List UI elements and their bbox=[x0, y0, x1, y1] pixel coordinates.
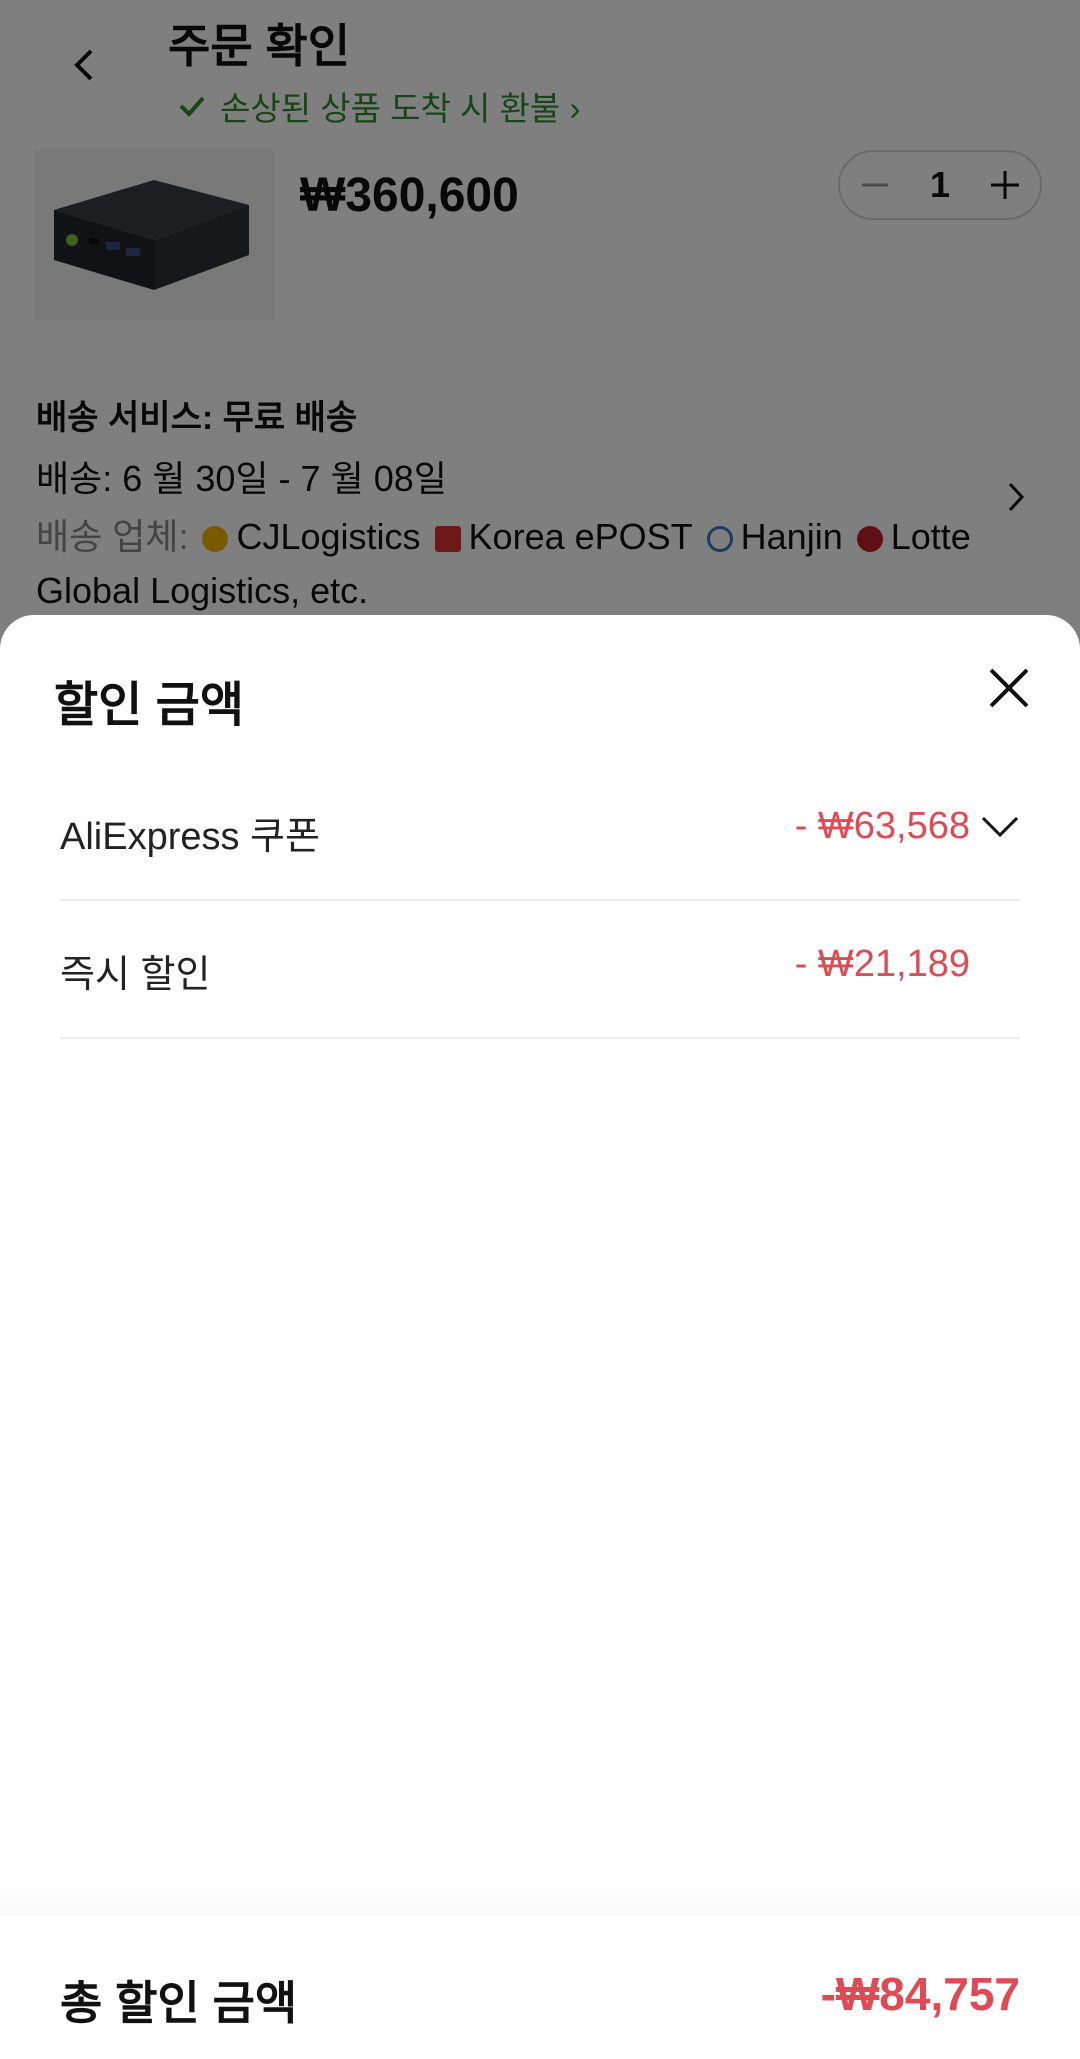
sheet-title: 할인 금액 bbox=[54, 679, 244, 732]
discount-row-coupon[interactable]: AliExpress 쿠폰 - ₩63,568 bbox=[60, 765, 1020, 901]
discount-label: AliExpress 쿠폰 bbox=[60, 816, 320, 858]
close-button[interactable] bbox=[984, 663, 1034, 713]
chevron-down-icon[interactable] bbox=[980, 815, 1020, 839]
total-label: 총 할인 금액 bbox=[60, 1977, 298, 2029]
discount-value: - ₩21,189 bbox=[794, 943, 970, 985]
close-icon bbox=[989, 668, 1029, 708]
discount-row-instant: 즉시 할인 - ₩21,189 bbox=[60, 903, 1020, 1039]
discount-label: 즉시 할인 bbox=[60, 954, 211, 996]
discount-sheet: 할인 금액 AliExpress 쿠폰 - ₩63,568 즉시 할인 - ₩2… bbox=[0, 615, 1080, 2059]
discount-value: - ₩63,568 bbox=[794, 805, 970, 847]
total-bar: 총 할인 금액 -₩84,757 bbox=[0, 1915, 1080, 2059]
total-value: -₩84,757 bbox=[820, 1968, 1020, 2020]
